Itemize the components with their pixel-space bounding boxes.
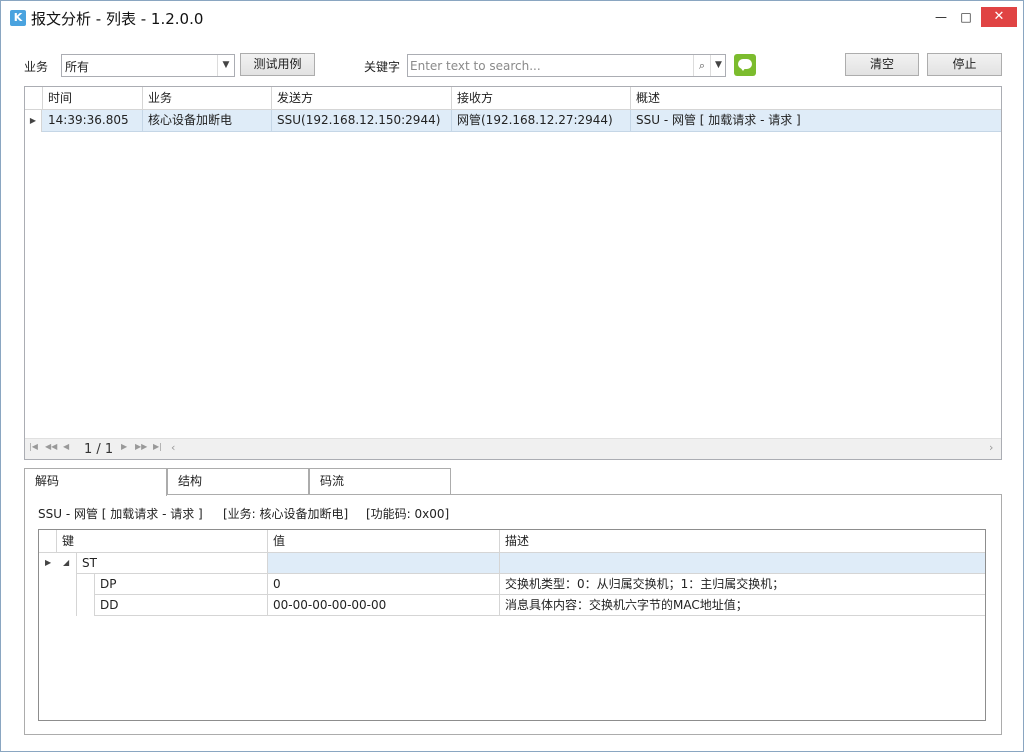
decode-business: [业务: 核心设备加断电] bbox=[223, 507, 349, 521]
app-icon: K bbox=[10, 10, 26, 26]
cell-sender: SSU(192.168.12.150:2944) bbox=[272, 110, 452, 132]
tree-key-dp: DP bbox=[95, 574, 268, 595]
stop-button[interactable]: 停止 bbox=[927, 53, 1002, 76]
tab-structure[interactable]: 结构 bbox=[167, 468, 309, 495]
column-header-sender[interactable]: 发送方 bbox=[272, 87, 452, 110]
next-page-icon[interactable]: ▶ bbox=[121, 442, 127, 451]
business-select[interactable]: 所有 ▼ bbox=[61, 54, 235, 77]
clear-button[interactable]: 清空 bbox=[845, 53, 919, 76]
next-fast-icon[interactable]: ▶▶ bbox=[135, 442, 147, 451]
tree-key-st: ST bbox=[77, 553, 268, 574]
tree-desc-dd: 消息具体内容：交换机六字节的MAC地址值； bbox=[500, 595, 985, 616]
tree-row-st[interactable]: ▶ ◢ ST bbox=[39, 553, 985, 574]
decode-grid: 键 值 描述 ▶ ◢ ST DP 0 交换机类型：0：从归属交换机；1：主归属交… bbox=[38, 529, 986, 721]
column-header-summary[interactable]: 概述 bbox=[631, 87, 1001, 110]
grid-header: 时间 业务 发送方 接收方 概述 bbox=[25, 87, 1001, 110]
business-label: 业务 bbox=[24, 60, 49, 74]
column-header-business[interactable]: 业务 bbox=[143, 87, 272, 110]
row-header-corner bbox=[25, 87, 43, 110]
decode-function-code: [功能码: 0x00] bbox=[366, 507, 450, 521]
expand-triangle-icon[interactable]: ◢ bbox=[63, 558, 69, 567]
column-header-time[interactable]: 时间 bbox=[43, 87, 143, 110]
tree-value-dd: 00-00-00-00-00-00 bbox=[268, 595, 500, 616]
table-row[interactable]: ▶ 14:39:36.805 核心设备加断电 SSU(192.168.12.15… bbox=[25, 110, 1001, 132]
pager: |◀ ◀◀ ◀ 1 / 1 ▶ ▶▶ ▶| ‹ › bbox=[25, 438, 1001, 459]
page-indicator: 1 / 1 bbox=[84, 442, 114, 457]
message-list-grid: 时间 业务 发送方 接收方 概述 ▶ 14:39:36.805 核心设备加断电 … bbox=[24, 86, 1002, 460]
test-case-button[interactable]: 测试用例 bbox=[240, 53, 315, 76]
tree-value-dp: 0 bbox=[268, 574, 500, 595]
cell-time: 14:39:36.805 bbox=[43, 110, 143, 132]
search-icon[interactable]: ⌕ bbox=[693, 55, 710, 76]
tree-desc-dp: 交换机类型：0：从归属交换机；1：主归属交换机； bbox=[500, 574, 985, 595]
first-page-icon[interactable]: |◀ bbox=[29, 442, 38, 451]
decode-column-desc[interactable]: 描述 bbox=[500, 530, 985, 553]
scroll-right-icon[interactable]: › bbox=[989, 441, 993, 454]
cell-summary: SSU - 网管 [ 加载请求 - 请求 ] bbox=[636, 113, 801, 127]
decode-row-header-corner bbox=[39, 530, 57, 553]
tree-value-st bbox=[268, 553, 500, 574]
prev-fast-icon[interactable]: ◀◀ bbox=[45, 442, 57, 451]
business-select-value: 所有 bbox=[65, 60, 90, 74]
maximize-button[interactable]: □ bbox=[951, 7, 981, 27]
search-input[interactable] bbox=[410, 57, 690, 74]
search-dropdown-icon[interactable]: ▼ bbox=[710, 55, 726, 76]
chat-button[interactable] bbox=[734, 54, 756, 76]
main-window: K 报文分析 - 列表 - 1.2.0.0 — □ ✕ 业务 所有 ▼ 测试用例… bbox=[0, 0, 1024, 752]
window-title: 报文分析 - 列表 - 1.2.0.0 bbox=[31, 10, 204, 28]
tree-row-dp[interactable]: DP 0 交换机类型：0：从归属交换机；1：主归属交换机； bbox=[39, 574, 985, 595]
scroll-left-icon[interactable]: ‹ bbox=[171, 441, 175, 454]
search-box: ⌕ ▼ bbox=[407, 54, 726, 77]
decode-column-key[interactable]: 键 bbox=[57, 530, 268, 553]
tree-key-dd: DD bbox=[95, 595, 268, 616]
close-button[interactable]: ✕ bbox=[981, 7, 1017, 27]
decode-column-value[interactable]: 值 bbox=[268, 530, 500, 553]
cell-business: 核心设备加断电 bbox=[143, 110, 272, 132]
keyword-label: 关键字 bbox=[364, 60, 401, 74]
tree-desc-st bbox=[500, 553, 985, 574]
last-page-icon[interactable]: ▶| bbox=[153, 442, 162, 451]
tab-decode[interactable]: 解码 bbox=[24, 468, 167, 496]
decode-summary: SSU - 网管 [ 加载请求 - 请求 ] bbox=[38, 507, 203, 521]
cell-receiver: 网管(192.168.12.27:2944) bbox=[452, 110, 631, 132]
tree-row-dd[interactable]: DD 00-00-00-00-00-00 消息具体内容：交换机六字节的MAC地址… bbox=[39, 595, 985, 616]
decode-panel: SSU - 网管 [ 加载请求 - 请求 ] [业务: 核心设备加断电] [功能… bbox=[24, 494, 1002, 735]
tab-stream[interactable]: 码流 bbox=[309, 468, 451, 495]
chevron-down-icon[interactable]: ▼ bbox=[217, 55, 234, 76]
title-bar: K 报文分析 - 列表 - 1.2.0.0 — □ ✕ bbox=[1, 1, 1023, 33]
row-indicator-icon: ▶ bbox=[45, 558, 52, 567]
prev-page-icon[interactable]: ◀ bbox=[63, 442, 69, 451]
column-header-receiver[interactable]: 接收方 bbox=[452, 87, 631, 110]
row-indicator-icon: ▶ bbox=[25, 110, 42, 132]
